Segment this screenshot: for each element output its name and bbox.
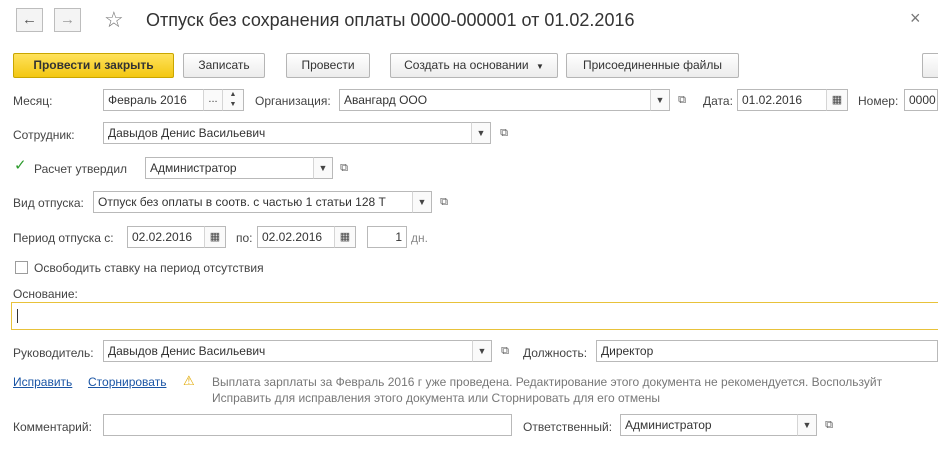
- approved-open-icon[interactable]: ⧉: [335, 158, 353, 178]
- leave-type-dropdown-icon[interactable]: ▼: [412, 191, 432, 213]
- leave-type-label: Вид отпуска:: [13, 196, 84, 210]
- basis-label: Основание:: [13, 287, 78, 301]
- leave-type-open-icon[interactable]: ⧉: [435, 192, 453, 212]
- warning-text-line1: Выплата зарплаты за Февраль 2016 г уже п…: [212, 375, 883, 389]
- arrow-left-icon: ←: [22, 11, 37, 28]
- post-and-close-button[interactable]: Провести и закрыть: [13, 53, 174, 78]
- period-from-field[interactable]: 02.02.2016: [127, 226, 205, 248]
- employee-dropdown-icon[interactable]: ▼: [471, 122, 491, 144]
- more-button[interactable]: [922, 53, 938, 78]
- back-button[interactable]: ←: [16, 8, 43, 32]
- period-from-calendar-icon[interactable]: ▦: [204, 226, 226, 248]
- manager-open-icon[interactable]: ⧉: [496, 341, 514, 361]
- fix-link[interactable]: Исправить: [13, 375, 72, 389]
- warning-icon: ⚠: [183, 373, 195, 388]
- date-calendar-icon[interactable]: ▦: [826, 89, 848, 111]
- dropdown-arrow-icon: ▼: [535, 62, 544, 71]
- close-icon[interactable]: ×: [910, 8, 921, 29]
- create-based-on-button[interactable]: Создать на основании ▼: [390, 53, 558, 78]
- basis-field[interactable]: [11, 302, 938, 330]
- arrow-right-icon: →: [60, 11, 75, 28]
- responsible-dropdown-icon[interactable]: ▼: [797, 414, 817, 436]
- release-rate-label: Освободить ставку на период отсутствия: [34, 261, 264, 275]
- responsible-field[interactable]: Администратор: [620, 414, 798, 436]
- date-label: Дата:: [703, 94, 733, 108]
- release-rate-checkbox[interactable]: [15, 261, 28, 274]
- employee-open-icon[interactable]: ⧉: [495, 123, 513, 143]
- comment-label: Комментарий:: [13, 420, 92, 434]
- organization-dropdown-icon[interactable]: ▼: [650, 89, 670, 111]
- responsible-open-icon[interactable]: ⧉: [820, 415, 838, 435]
- reverse-link[interactable]: Сторнировать: [88, 375, 166, 389]
- period-to-label: по:: [236, 231, 253, 245]
- spin-up-icon[interactable]: ▲: [223, 90, 243, 100]
- period-from-label: Период отпуска с:: [13, 231, 114, 245]
- favorite-star-icon[interactable]: ☆: [104, 7, 124, 33]
- month-select-button[interactable]: ...: [203, 89, 223, 111]
- period-to-field[interactable]: 02.02.2016: [257, 226, 335, 248]
- manager-label: Руководитель:: [13, 346, 94, 360]
- manager-field[interactable]: Давыдов Денис Васильевич: [103, 340, 474, 362]
- organization-field[interactable]: Авангард ООО: [339, 89, 652, 111]
- save-button[interactable]: Записать: [183, 53, 265, 78]
- date-field[interactable]: 01.02.2016: [737, 89, 827, 111]
- position-label: Должность:: [523, 346, 588, 360]
- position-field[interactable]: Директор: [596, 340, 938, 362]
- forward-button[interactable]: →: [54, 8, 81, 32]
- comment-field[interactable]: [103, 414, 512, 436]
- leave-type-field[interactable]: Отпуск без оплаты в соотв. с частью 1 ст…: [93, 191, 413, 213]
- month-field[interactable]: Февраль 2016: [103, 89, 204, 111]
- warning-text-line2: Исправить для исправления этого документ…: [212, 391, 661, 405]
- approved-checkbox[interactable]: ✓: [14, 158, 27, 173]
- month-spinner[interactable]: ▲ ▼: [222, 89, 244, 111]
- post-button[interactable]: Провести: [286, 53, 370, 78]
- employee-field[interactable]: Давыдов Денис Васильевич: [103, 122, 473, 144]
- employee-label: Сотрудник:: [13, 128, 75, 142]
- period-to-calendar-icon[interactable]: ▦: [334, 226, 356, 248]
- approved-dropdown-icon[interactable]: ▼: [313, 157, 333, 179]
- create-based-label: Создать на основании: [404, 58, 529, 72]
- days-unit-label: дн.: [411, 231, 428, 245]
- month-label: Месяц:: [13, 94, 53, 108]
- window-title: Отпуск без сохранения оплаты 0000-000001…: [146, 10, 635, 30]
- number-field[interactable]: 0000: [904, 89, 938, 111]
- attached-files-button[interactable]: Присоединенные файлы: [566, 53, 739, 78]
- days-field[interactable]: 1: [367, 226, 407, 248]
- approved-by-field[interactable]: Администратор: [145, 157, 314, 179]
- text-cursor: [17, 309, 18, 323]
- responsible-label: Ответственный:: [523, 420, 613, 434]
- organization-label: Организация:: [255, 94, 331, 108]
- manager-dropdown-icon[interactable]: ▼: [472, 340, 492, 362]
- organization-open-icon[interactable]: ⧉: [673, 90, 691, 110]
- spin-down-icon[interactable]: ▼: [223, 100, 243, 110]
- number-label: Номер:: [858, 94, 899, 108]
- approved-label: Расчет утвердил: [34, 162, 128, 176]
